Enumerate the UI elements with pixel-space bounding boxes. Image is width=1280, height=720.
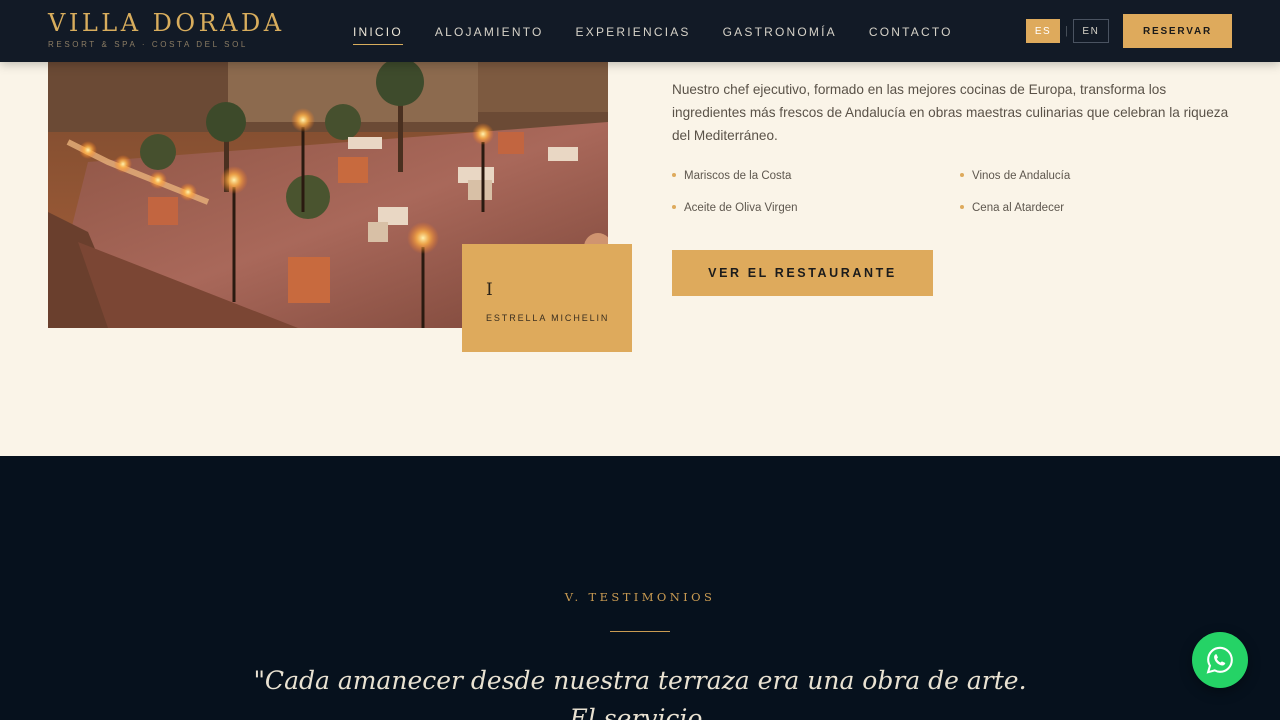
- whatsapp-button[interactable]: [1192, 632, 1248, 688]
- feature-item: Vinos de Andalucía: [960, 170, 1070, 182]
- nav-item-gastronomia[interactable]: GASTRONOMÍA: [723, 25, 837, 45]
- michelin-badge: I ESTRELLA MICHELIN: [462, 244, 632, 352]
- nav-item-experiencias[interactable]: EXPERIENCIAS: [576, 25, 691, 45]
- feature-item: Mariscos de la Costa: [672, 170, 791, 182]
- testimonials-section: V. TESTIMONIOS "Cada amanecer desde nues…: [0, 456, 1280, 720]
- heading-divider: [610, 631, 670, 632]
- view-restaurant-button[interactable]: VER EL RESTAURANTE: [672, 250, 933, 296]
- brand-subtitle: RESORT & SPA · COSTA DEL SOL: [48, 40, 248, 49]
- main-menu: INICIO ALOJAMIENTO EXPERIENCIAS GASTRONO…: [353, 25, 953, 45]
- testimonial-quote: "Cada amanecer desde nuestra terraza era…: [253, 666, 1027, 720]
- language-switcher: ES | EN: [1026, 19, 1109, 43]
- feature-label: Vinos de Andalucía: [972, 170, 1071, 182]
- top-navigation: VILLA DORADA RESORT & SPA · COSTA DEL SO…: [0, 0, 1280, 62]
- lang-es-button[interactable]: ES: [1026, 19, 1060, 43]
- feature-label: Mariscos de la Costa: [684, 170, 792, 182]
- michelin-star-count: I: [486, 280, 493, 300]
- bullet-dot-icon: [960, 172, 964, 177]
- nav-item-contacto[interactable]: CONTACTO: [869, 25, 953, 45]
- lang-en-button[interactable]: EN: [1072, 19, 1109, 43]
- feature-label: Aceite de Oliva Virgen: [684, 202, 798, 214]
- feature-label: Cena al Atardecer: [972, 202, 1065, 214]
- restaurant-description: Nuestro chef ejecutivo, formado en las m…: [672, 82, 1229, 143]
- lang-separator: |: [1065, 25, 1068, 37]
- brand-logo[interactable]: VILLA DORADA RESORT & SPA · COSTA DEL SO…: [48, 10, 285, 49]
- feature-item: Aceite de Oliva Virgen: [672, 202, 798, 214]
- whatsapp-icon: [1206, 646, 1233, 674]
- feature-item: Cena al Atardecer: [960, 202, 1064, 214]
- reserve-button[interactable]: RESERVAR: [1123, 14, 1232, 48]
- bullet-dot-icon: [672, 172, 676, 177]
- bullet-dot-icon: [672, 204, 676, 209]
- brand-name: VILLA DORADA: [48, 9, 285, 37]
- michelin-label: ESTRELLA MICHELIN: [486, 313, 610, 323]
- testimonials-heading: V. TESTIMONIOS: [564, 590, 716, 604]
- nav-item-inicio[interactable]: INICIO: [353, 25, 403, 45]
- nav-item-alojamiento[interactable]: ALOJAMIENTO: [435, 25, 544, 45]
- bullet-dot-icon: [960, 204, 964, 209]
